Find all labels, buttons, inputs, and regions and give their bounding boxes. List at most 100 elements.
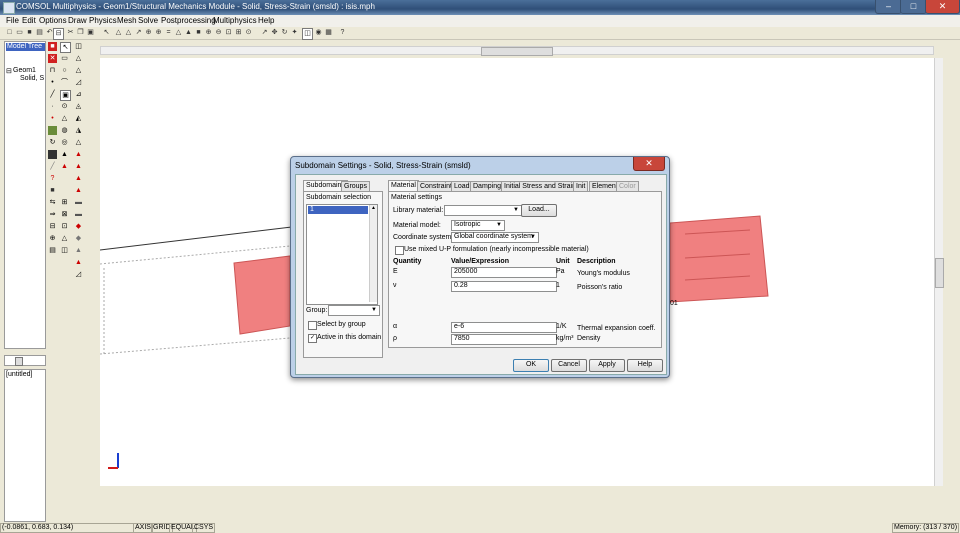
lock-icon[interactable]: ⊓ [48, 66, 57, 75]
select-by-group-checkbox[interactable] [308, 321, 317, 330]
view-zx-icon[interactable]: ⊿ [74, 90, 83, 99]
paste-icon[interactable]: ▣ [86, 28, 95, 38]
block-icon[interactable]: ▣ [60, 90, 71, 101]
csys-toggle[interactable]: CSYS [192, 523, 216, 533]
menu-options[interactable]: Options [39, 16, 67, 25]
torus-icon[interactable]: ◎ [60, 138, 69, 147]
render3-icon[interactable]: ▲ [74, 174, 83, 183]
new-icon[interactable]: □ [5, 28, 14, 38]
arrow-icon[interactable]: ↗ [260, 28, 269, 38]
geometry-icon[interactable] [48, 126, 57, 135]
model-tree-icon[interactable]: ⊟ [53, 28, 64, 40]
rotate-icon[interactable]: ↻ [280, 28, 289, 38]
mesh-icon[interactable]: △ [174, 28, 183, 38]
subdomain-item[interactable]: 1 [308, 206, 368, 214]
difference-icon[interactable]: ⊡ [60, 222, 69, 231]
cone-icon[interactable]: △ [60, 114, 69, 123]
save-icon[interactable]: ■ [25, 28, 34, 38]
solid-icon[interactable] [48, 150, 57, 159]
red-marker-icon[interactable]: • [48, 114, 57, 123]
stop-icon[interactable]: ■ [48, 42, 57, 51]
union-icon[interactable]: ⊞ [60, 198, 69, 207]
open-icon[interactable]: ▭ [15, 28, 24, 38]
print-icon[interactable]: ▤ [35, 28, 44, 38]
row-alpha-value[interactable]: e-6 [451, 322, 557, 333]
cylinder-icon[interactable]: ⊙ [60, 102, 69, 111]
view-icon[interactable]: ◫ [302, 28, 313, 40]
grid-icon[interactable]: ▦ [324, 28, 333, 38]
tree-node-geom1[interactable]: Geom1 [13, 67, 36, 74]
ellipse-icon[interactable]: ⌒ [60, 78, 69, 87]
camera-icon[interactable]: ◉ [314, 28, 323, 38]
zoom-in-icon[interactable]: ⊕ [204, 28, 213, 38]
vertical-scroll-thumb[interactable] [935, 258, 944, 288]
model-tree-tab[interactable]: Model Tree [6, 43, 45, 51]
cut-icon[interactable]: ✂ [66, 28, 75, 38]
mixed-up-checkbox[interactable] [395, 246, 404, 255]
menu-multiphysics[interactable]: Multiphysics [213, 16, 257, 25]
rotate-geom-icon[interactable]: ⊕ [48, 234, 57, 243]
circle-icon[interactable]: ○ [60, 66, 69, 75]
gray-shape-icon[interactable]: ◆ [74, 234, 83, 243]
delete-icon[interactable]: ✕ [48, 54, 57, 63]
sphere-icon[interactable]: ◍ [60, 126, 69, 135]
mirror-red-icon[interactable]: ? [48, 174, 57, 183]
tree-expand-icon[interactable]: ⊟ [6, 67, 12, 75]
maximize-button[interactable]: □ [900, 0, 927, 14]
help-button[interactable]: Help [627, 359, 663, 372]
menu-help[interactable]: Help [258, 16, 274, 25]
menu-mesh[interactable]: Mesh [117, 16, 137, 25]
material-model-select[interactable]: Isotropic ▼ [451, 220, 505, 231]
intersection-icon[interactable]: ⊠ [60, 210, 69, 219]
rectangle-icon[interactable]: ▭ [60, 54, 69, 63]
transparency-icon[interactable]: ◮ [74, 126, 83, 135]
surface-icon[interactable]: ▲ [74, 246, 83, 255]
subdomain-list[interactable]: 1 ▲ [306, 204, 378, 305]
row-rho-value[interactable]: 7850 [451, 334, 557, 345]
axis-icon[interactable]: ◿ [74, 270, 83, 279]
list-scrollbar[interactable]: ▲ [369, 205, 377, 302]
vertical-scrollbar[interactable] [934, 58, 944, 486]
horizontal-scrollbar[interactable] [100, 46, 934, 56]
headlight-icon[interactable]: ◬ [74, 102, 83, 111]
close-button[interactable]: ✕ [925, 0, 960, 14]
axis-toggle[interactable]: AXIS [133, 523, 153, 533]
zoom-out-icon[interactable]: ⊖ [214, 28, 223, 38]
menu-draw[interactable]: Draw [68, 16, 87, 25]
menu-edit[interactable]: Edit [22, 16, 36, 25]
move-geom-icon[interactable]: ⇒ [48, 210, 57, 219]
row-e-value[interactable]: 205000 [451, 267, 557, 278]
pin-icon[interactable]: • [48, 78, 57, 87]
menu-postprocessing[interactable]: Postprocessing [161, 16, 216, 25]
copy-geom-icon[interactable]: ⇆ [48, 198, 57, 207]
split-icon[interactable]: ▤ [48, 246, 57, 255]
cancel-button[interactable]: Cancel [551, 359, 587, 372]
point-mode-icon[interactable]: △ [124, 28, 133, 38]
point-icon[interactable]: · [48, 102, 57, 111]
active-domain-checkbox[interactable]: ✓ [308, 334, 317, 343]
scale-icon[interactable]: ⊟ [48, 222, 57, 231]
zoom-selected-icon[interactable]: ⊙ [244, 28, 253, 38]
scene-icon[interactable]: ▬ [74, 198, 83, 207]
group-select[interactable]: ▼ [328, 305, 380, 316]
tree-node-solid[interactable]: Solid, S [20, 75, 44, 82]
volume-icon[interactable]: ▲ [74, 258, 83, 267]
ok-button[interactable]: OK [513, 359, 549, 372]
scene-light-icon[interactable]: ✦ [290, 28, 299, 38]
coordinate-system-select[interactable]: Global coordinate system ▼ [451, 232, 539, 243]
draw-mode-icon[interactable]: △ [114, 28, 123, 38]
view-yz-icon[interactable]: ◿ [74, 78, 83, 87]
solve-icon[interactable]: ■ [194, 28, 203, 38]
select-arrow-icon[interactable]: ↖ [60, 42, 71, 53]
menu-file[interactable]: File [6, 16, 19, 25]
library-material-select[interactable]: ▼ [444, 205, 522, 216]
tree-slider[interactable] [4, 355, 46, 366]
line-icon[interactable]: ╱ [48, 90, 57, 99]
render-icon[interactable]: ▲ [74, 150, 83, 159]
flag-icon[interactable]: ■ [48, 186, 57, 195]
view-xy-icon[interactable]: △ [74, 66, 83, 75]
zoom-extents-icon[interactable]: ⊞ [234, 28, 243, 38]
zoom-window-icon[interactable]: ⊡ [224, 28, 233, 38]
row-nu-value[interactable]: 0.28 [451, 281, 557, 292]
horizontal-scroll-thumb[interactable] [481, 47, 553, 56]
